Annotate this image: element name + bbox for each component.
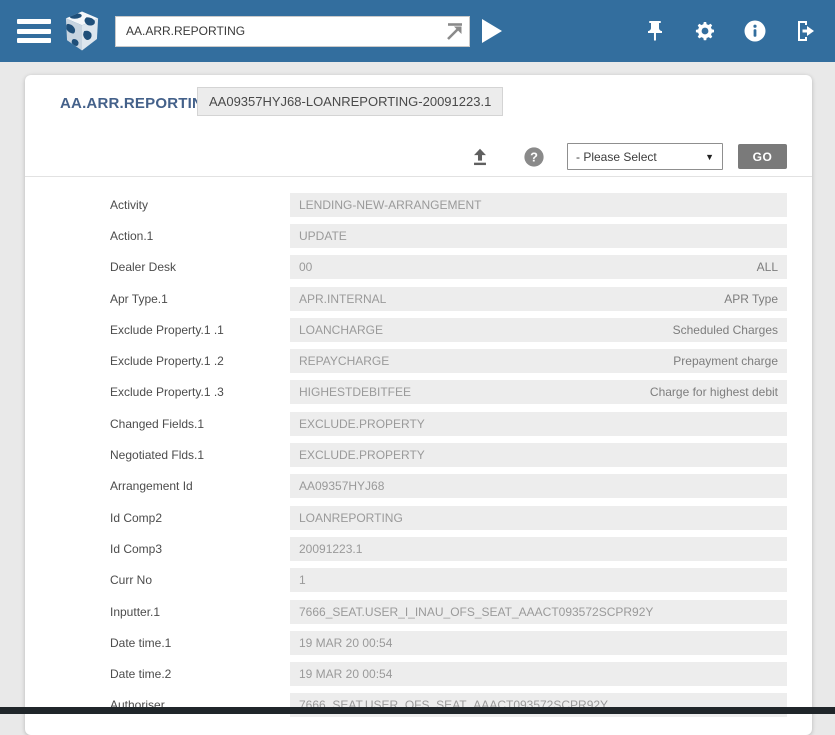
gear-icon[interactable] — [693, 19, 717, 43]
form-row: Exclude Property.1 .2 REPAYCHARGE Prepay… — [25, 345, 812, 376]
field-label: Action.1 — [25, 229, 290, 243]
field-label: Inputter.1 — [25, 605, 290, 619]
globe-cube-logo — [59, 8, 105, 54]
form-row: Negotiated Flds.1 EXCLUDE.PROPERTY — [25, 439, 812, 470]
svg-text:?: ? — [530, 149, 538, 164]
field-value: EXCLUDE.PROPERTY — [299, 448, 425, 462]
field-value: 1 — [299, 573, 306, 587]
play-icon[interactable] — [482, 19, 502, 43]
launch-arrow-icon[interactable] — [445, 22, 464, 41]
info-circle-icon[interactable] — [743, 19, 767, 43]
field-value-box: 19 MAR 20 00:54 — [290, 631, 787, 655]
field-enrichment: Prepayment charge — [673, 354, 778, 368]
field-value: UPDATE — [299, 229, 347, 243]
field-label: Negotiated Flds.1 — [25, 448, 290, 462]
field-value-box: AA09357HYJ68 — [290, 474, 787, 498]
field-enrichment: ALL — [757, 260, 778, 274]
form-row: Date time.1 19 MAR 20 00:54 — [25, 627, 812, 658]
form-row: Id Comp2 LOANREPORTING — [25, 502, 812, 533]
command-line-wrap — [115, 16, 470, 47]
menu-icon[interactable] — [17, 19, 51, 43]
chevron-down-icon: ▼ — [705, 152, 714, 162]
form-row: Dealer Desk 00 ALL — [25, 252, 812, 283]
form-row: Arrangement Id AA09357HYJ68 — [25, 471, 812, 502]
field-value: 19 MAR 20 00:54 — [299, 667, 392, 681]
field-label: Activity — [25, 198, 290, 212]
field-value: 19 MAR 20 00:54 — [299, 636, 392, 650]
form-row: Changed Fields.1 EXCLUDE.PROPERTY — [25, 408, 812, 439]
field-value: HIGHESTDEBITFEE — [299, 385, 411, 399]
field-value-box: 19 MAR 20 00:54 — [290, 662, 787, 686]
record-id-badge: AA09357HYJ68-LOANREPORTING-20091223.1 — [197, 87, 503, 116]
field-value-box: LOANCHARGE Scheduled Charges — [290, 318, 787, 342]
field-enrichment: APR Type — [724, 292, 778, 306]
field-value-box: 20091223.1 — [290, 537, 787, 561]
field-value-box: UPDATE — [290, 224, 787, 248]
go-button[interactable]: GO — [738, 144, 787, 169]
form-row: Date time.2 19 MAR 20 00:54 — [25, 658, 812, 689]
form-row: Curr No 1 — [25, 565, 812, 596]
field-enrichment: Charge for highest debit — [650, 385, 778, 399]
field-value-box: APR.INTERNAL APR Type — [290, 287, 787, 311]
record-card: AA.ARR.REPORTING AA09357HYJ68-LOANREPORT… — [25, 75, 812, 735]
form-row: Activity LENDING-NEW-ARRANGEMENT — [25, 189, 812, 220]
topbar — [0, 0, 835, 62]
field-value: 20091223.1 — [299, 542, 362, 556]
command-input[interactable] — [115, 16, 470, 47]
field-label: Exclude Property.1 .1 — [25, 323, 290, 337]
field-label: Date time.2 — [25, 667, 290, 681]
field-value-box: EXCLUDE.PROPERTY — [290, 443, 787, 467]
field-value-box: LOANREPORTING — [290, 506, 787, 530]
bottom-strip — [0, 707, 835, 714]
field-value: APR.INTERNAL — [299, 292, 386, 306]
card-header: AA.ARR.REPORTING AA09357HYJ68-LOANREPORT… — [25, 75, 812, 177]
field-value: AA09357HYJ68 — [299, 479, 384, 493]
form-row: Authoriser 7666_SEAT.USER_OFS_SEAT_AAACT… — [25, 690, 812, 721]
field-label: Apr Type.1 — [25, 292, 290, 306]
field-label: Id Comp2 — [25, 511, 290, 525]
form-row: Id Comp3 20091223.1 — [25, 533, 812, 564]
field-value: 7666_SEAT.USER_I_INAU_OFS_SEAT_AAACT0935… — [299, 605, 653, 619]
page-title: AA.ARR.REPORTING — [60, 95, 215, 112]
field-value-box: 1 — [290, 568, 787, 592]
field-label: Exclude Property.1 .3 — [25, 385, 290, 399]
field-value-box: 7666_SEAT.USER_I_INAU_OFS_SEAT_AAACT0935… — [290, 600, 787, 624]
help-circle-icon[interactable]: ? — [523, 146, 545, 168]
field-label: Arrangement Id — [25, 479, 290, 493]
record-toolbar: ? - Please Select ▼ GO — [469, 143, 787, 170]
field-label: Date time.1 — [25, 636, 290, 650]
field-label: Exclude Property.1 .2 — [25, 354, 290, 368]
form-row: Exclude Property.1 .1 LOANCHARGE Schedul… — [25, 314, 812, 345]
field-label: Id Comp3 — [25, 542, 290, 556]
field-value: 00 — [299, 260, 312, 274]
field-value-box: HIGHESTDEBITFEE Charge for highest debit — [290, 380, 787, 404]
form-row: Apr Type.1 APR.INTERNAL APR Type — [25, 283, 812, 314]
exit-icon[interactable] — [793, 19, 817, 43]
topbar-actions — [643, 19, 817, 43]
field-enrichment: Scheduled Charges — [673, 323, 778, 337]
form-row: Inputter.1 7666_SEAT.USER_I_INAU_OFS_SEA… — [25, 596, 812, 627]
field-value-box: LENDING-NEW-ARRANGEMENT — [290, 193, 787, 217]
field-value: LOANCHARGE — [299, 323, 383, 337]
field-value: REPAYCHARGE — [299, 354, 389, 368]
field-value-box: 00 ALL — [290, 255, 787, 279]
record-form: Activity LENDING-NEW-ARRANGEMENT Action.… — [25, 178, 812, 721]
version-select[interactable]: - Please Select ▼ — [567, 143, 723, 170]
field-value: EXCLUDE.PROPERTY — [299, 417, 425, 431]
field-label: Curr No — [25, 573, 290, 587]
form-row: Action.1 UPDATE — [25, 220, 812, 251]
field-value: LOANREPORTING — [299, 511, 403, 525]
upload-icon[interactable] — [469, 146, 491, 168]
version-select-value: - Please Select — [576, 150, 657, 164]
pushpin-icon[interactable] — [643, 19, 667, 43]
field-label: Dealer Desk — [25, 260, 290, 274]
field-label: Changed Fields.1 — [25, 417, 290, 431]
field-value-box: REPAYCHARGE Prepayment charge — [290, 349, 787, 373]
form-row: Exclude Property.1 .3 HIGHESTDEBITFEE Ch… — [25, 377, 812, 408]
field-value-box: EXCLUDE.PROPERTY — [290, 412, 787, 436]
field-value: LENDING-NEW-ARRANGEMENT — [299, 198, 481, 212]
